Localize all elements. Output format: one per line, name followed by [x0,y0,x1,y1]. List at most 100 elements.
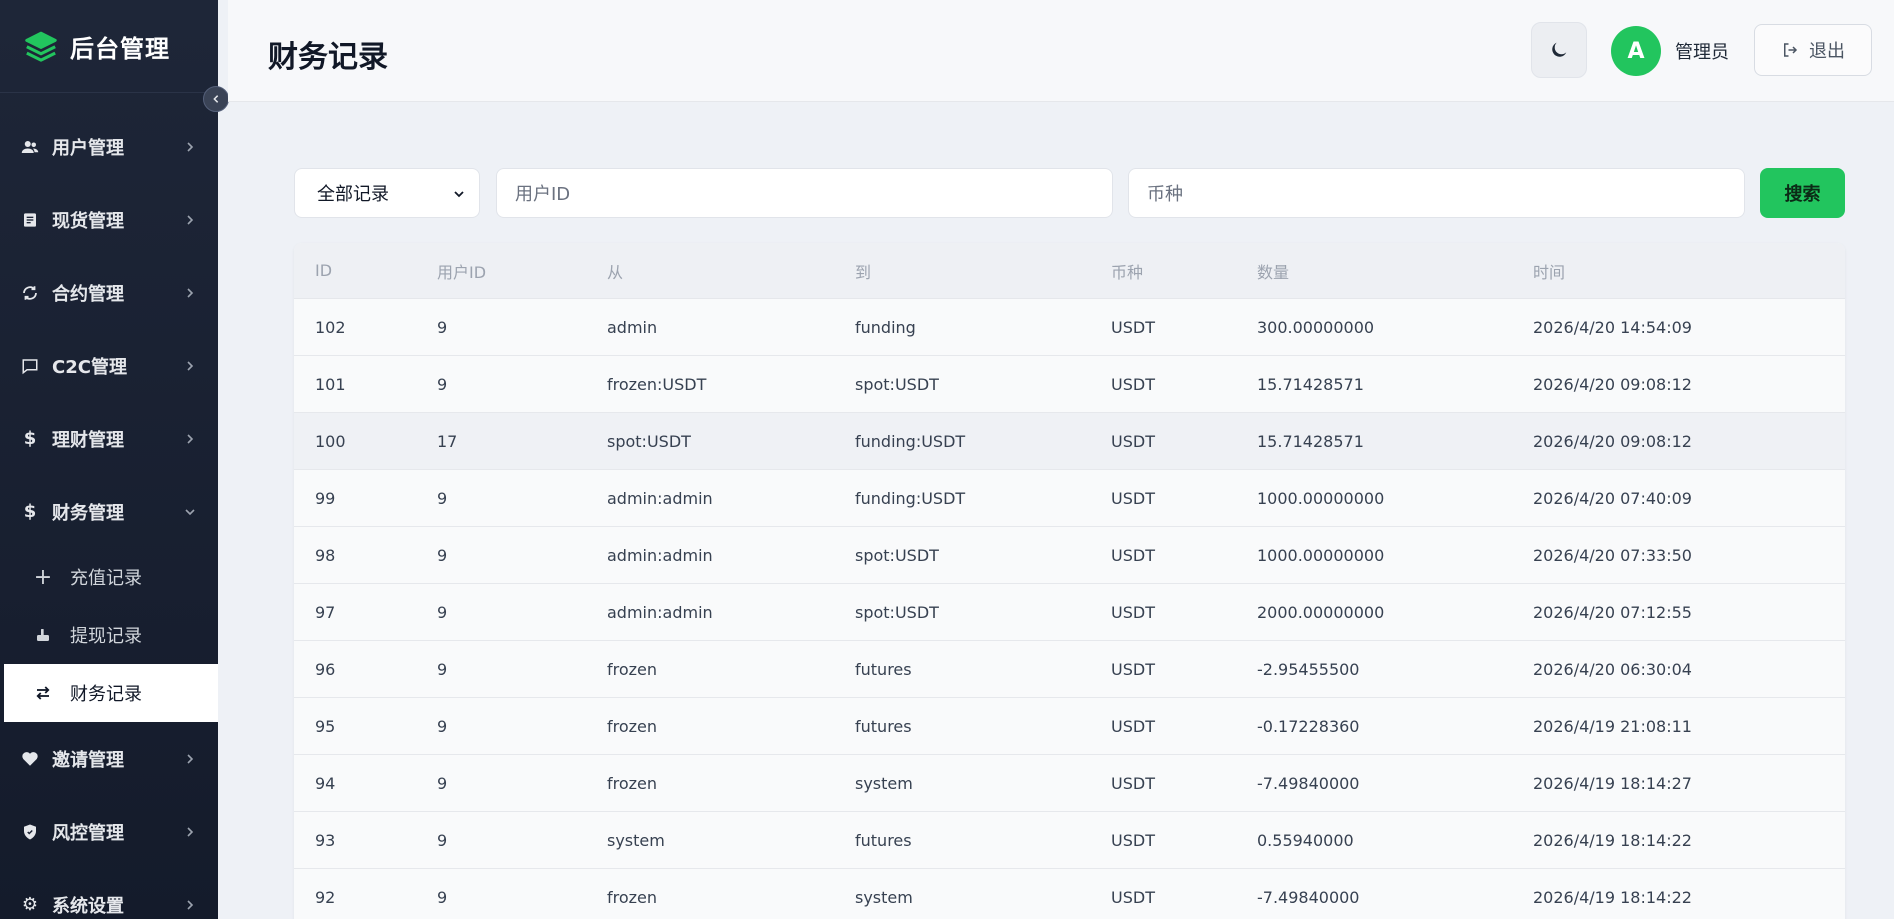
currency-input[interactable]: 币种 [1128,168,1745,218]
table-row[interactable]: 100 17 spot:USDT funding:USDT USDT 15.71… [294,413,1845,470]
username: 管理员 [1675,42,1729,63]
sidebar-subitem-deposit[interactable]: + 充值记录 [0,548,218,606]
column-header-time[interactable]: 时间 [1512,259,1845,283]
sidebar-item-label: C2C管理 [52,356,127,378]
spot-icon [20,210,40,230]
column-header-to[interactable]: 到 [834,259,1090,283]
chevron-right-icon [187,141,194,152]
cell-time: 2026/4/19 18:14:22 [1533,830,1692,850]
cell-id: 94 [315,773,336,793]
avatar[interactable]: A [1611,26,1661,76]
table-row[interactable]: 92 9 frozen system USDT -7.49840000 2026… [294,869,1845,919]
column-header-from[interactable]: 从 [586,259,834,283]
user-id-placeholder: 用户ID [515,184,571,205]
sidebar-item-invite[interactable]: 邀请管理 [0,722,218,795]
cell-id: 95 [315,716,336,736]
brand-name: 后台管理 [70,34,170,63]
dollar-icon: $ [23,428,37,449]
cell-time: 2026/4/19 21:08:11 [1533,716,1692,736]
cell-time: 2026/4/20 09:08:12 [1533,374,1692,394]
table-row[interactable]: 102 9 admin funding USDT 300.00000000 20… [294,299,1845,356]
cell-currency: USDT [1111,659,1155,679]
table-row[interactable]: 95 9 frozen futures USDT -0.17228360 202… [294,698,1845,755]
cell-id: 97 [315,602,336,622]
cell-id: 93 [315,830,336,850]
chevron-right-icon [187,753,194,764]
cell-from: frozen [607,659,658,679]
chevron-right-icon [187,826,194,837]
heart-icon [20,749,40,769]
table-row[interactable]: 99 9 admin:admin funding:USDT USDT 1000.… [294,470,1845,527]
cell-amount: 1000.00000000 [1257,488,1385,508]
cell-user-id: 9 [437,659,448,679]
sidebar-item-finance[interactable]: $ 财务管理 [0,475,218,548]
transfer-icon [34,684,52,702]
cell-from: frozen [607,716,658,736]
sidebar-item-c2c[interactable]: C2C管理 [0,329,218,402]
sidebar-item-spot[interactable]: 现货管理 [0,183,218,256]
table-row[interactable]: 96 9 frozen futures USDT -2.95455500 202… [294,641,1845,698]
sidebar-subitem-label: 提现记录 [70,626,142,647]
cell-currency: USDT [1111,488,1155,508]
sidebar-subitem-finance-records[interactable]: 财务记录 [4,664,218,722]
cell-to: futures [855,830,912,850]
logout-label: 退出 [1809,41,1845,62]
cell-to: spot:USDT [855,374,939,394]
cell-to: funding [855,317,916,337]
chevron-right-icon [187,899,194,910]
cell-from: frozen [607,887,658,907]
sidebar-subitem-label: 充值记录 [70,568,142,589]
table-row[interactable]: 101 9 frozen:USDT spot:USDT USDT 15.7142… [294,356,1845,413]
cell-currency: USDT [1111,317,1155,337]
cell-amount: 300.00000000 [1257,317,1375,337]
cell-to: spot:USDT [855,545,939,565]
logout-button[interactable]: 退出 [1754,24,1872,76]
column-header-currency[interactable]: 币种 [1090,259,1236,283]
shield-icon [20,822,40,842]
table-row[interactable]: 93 9 system futures USDT 0.55940000 2026… [294,812,1845,869]
cell-currency: USDT [1111,431,1155,451]
brand[interactable]: 后台管理 [0,0,218,93]
sidebar-item-risk[interactable]: 风控管理 [0,795,218,868]
sidebar-item-settings[interactable]: ⚙ 系统设置 [0,868,218,919]
column-header-id[interactable]: ID [294,261,416,280]
gear-icon: ⚙ [21,894,39,915]
sidebar-item-contract[interactable]: 合约管理 [0,256,218,329]
cell-currency: USDT [1111,887,1155,907]
cell-id: 92 [315,887,336,907]
cell-currency: USDT [1111,830,1155,850]
cell-to: futures [855,716,912,736]
sidebar-collapse-button[interactable] [203,86,229,112]
cell-to: funding:USDT [855,488,966,508]
cell-from: system [607,830,665,850]
table-row[interactable]: 94 9 frozen system USDT -7.49840000 2026… [294,755,1845,812]
search-button[interactable]: 搜索 [1760,168,1845,218]
column-header-amount[interactable]: 数量 [1236,259,1512,283]
sidebar-item-wealth[interactable]: $ 理财管理 [0,402,218,475]
sidebar-subitem-label: 财务记录 [70,684,142,705]
cell-time: 2026/4/20 06:30:04 [1533,659,1692,679]
sidebar-subitem-withdraw[interactable]: 提现记录 [0,606,218,664]
cell-to: spot:USDT [855,602,939,622]
hand-icon [34,626,52,644]
dollar-icon: $ [23,501,37,522]
page-title: 财务记录 [268,40,388,75]
table-row[interactable]: 97 9 admin:admin spot:USDT USDT 2000.000… [294,584,1845,641]
user-id-input[interactable]: 用户ID [496,168,1113,218]
record-type-select[interactable]: 全部记录 [294,168,480,218]
cell-time: 2026/4/20 07:12:55 [1533,602,1692,622]
cell-from: admin:admin [607,488,713,508]
sidebar-item-label: 系统设置 [52,895,124,917]
column-header-user-id[interactable]: 用户ID [416,259,586,283]
cell-amount: -7.49840000 [1257,773,1360,793]
cell-from: admin [607,317,658,337]
table-row[interactable]: 98 9 admin:admin spot:USDT USDT 1000.000… [294,527,1845,584]
top-header: 财务记录 A 管理员 退出 [228,0,1894,102]
cell-id: 102 [315,317,346,337]
cell-user-id: 9 [437,317,448,337]
layers-icon [25,31,57,62]
sidebar-item-users[interactable]: 用户管理 [0,110,218,183]
theme-toggle-button[interactable] [1531,22,1587,78]
cell-id: 99 [315,488,336,508]
cell-amount: 15.71428571 [1257,431,1364,451]
